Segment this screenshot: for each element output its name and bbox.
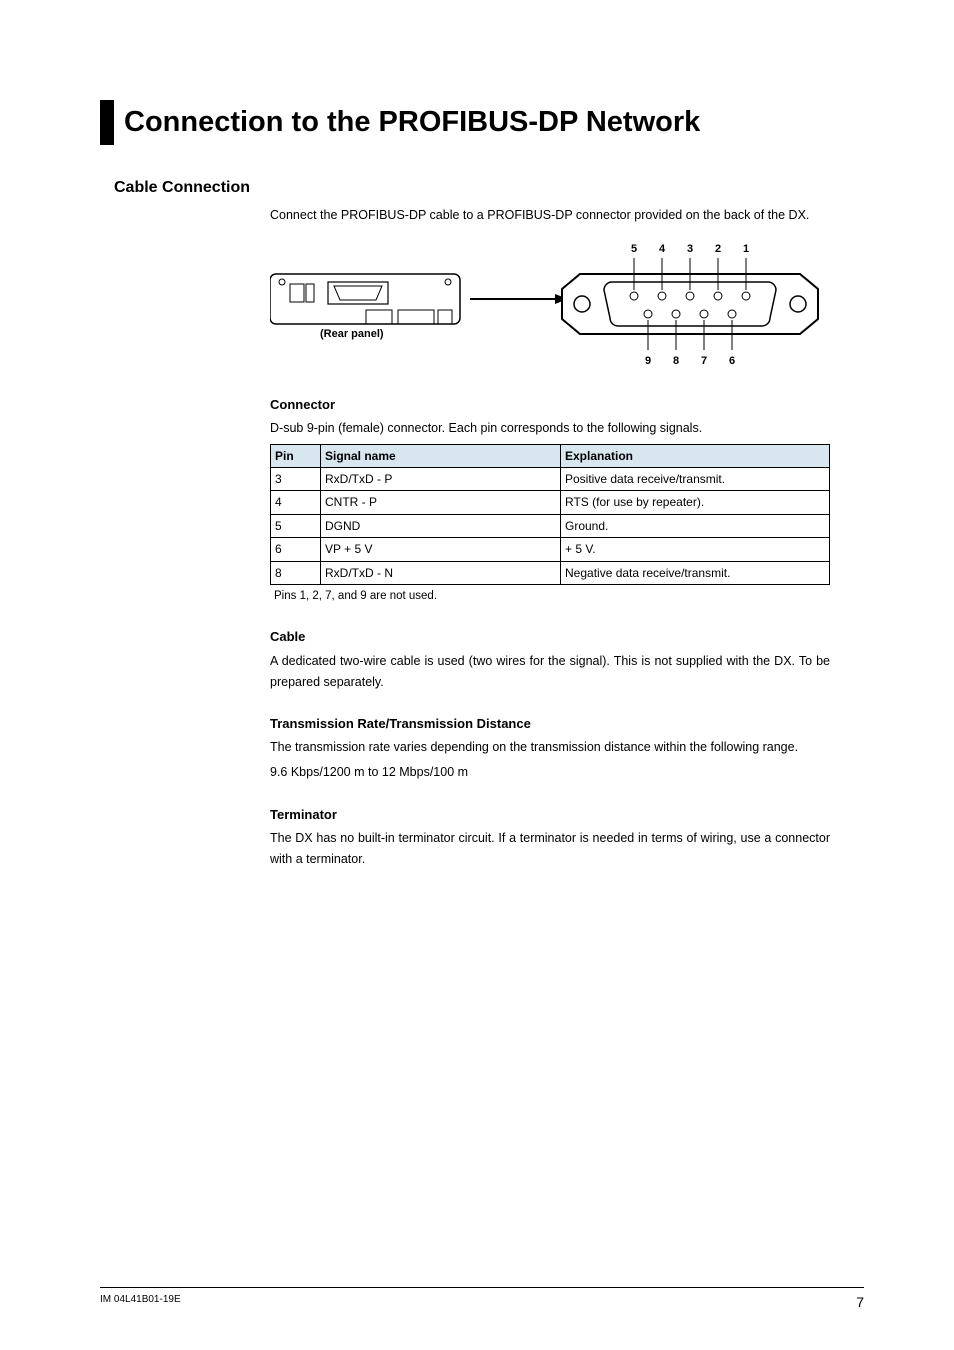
cell-signal: CNTR - P bbox=[321, 491, 561, 514]
pin-label-8: 8 bbox=[673, 355, 679, 367]
cell-expl: Ground. bbox=[561, 514, 830, 537]
intro-block: Connect the PROFIBUS-DP cable to a PROFI… bbox=[270, 205, 830, 226]
connector-block: Connector D-sub 9-pin (female) connector… bbox=[270, 394, 830, 870]
cable-heading: Cable bbox=[270, 626, 830, 648]
terminator-desc: The DX has no built-in terminator circui… bbox=[270, 828, 830, 871]
cell-pin: 8 bbox=[271, 561, 321, 584]
cell-signal: VP + 5 V bbox=[321, 538, 561, 561]
pin-label-9: 9 bbox=[645, 355, 651, 367]
pin-label-5: 5 bbox=[631, 243, 637, 255]
page-footer: IM 04L41B01-19E 7 bbox=[100, 1287, 864, 1310]
pin-label-2: 2 bbox=[715, 243, 721, 255]
title-side-bar bbox=[100, 100, 114, 145]
cell-signal: DGND bbox=[321, 514, 561, 537]
rate-range: 9.6 Kbps/1200 m to 12 Mbps/100 m bbox=[270, 762, 830, 783]
pin-label-1: 1 bbox=[743, 243, 749, 255]
section-heading-cable-connection: Cable Connection bbox=[114, 179, 864, 197]
cell-pin: 6 bbox=[271, 538, 321, 561]
cell-pin: 3 bbox=[271, 467, 321, 490]
table-note: Pins 1, 2, 7, and 9 are not used. bbox=[274, 587, 830, 607]
cell-expl: Positive data receive/transmit. bbox=[561, 467, 830, 490]
rear-panel-label: (Rear panel) bbox=[320, 328, 384, 340]
pin-label-7: 7 bbox=[701, 355, 707, 367]
cell-signal: RxD/TxD - P bbox=[321, 467, 561, 490]
th-pin: Pin bbox=[271, 444, 321, 467]
connector-desc: D-sub 9-pin (female) connector. Each pin… bbox=[270, 418, 830, 439]
cable-desc: A dedicated two-wire cable is used (two … bbox=[270, 651, 830, 694]
page-title-row: Connection to the PROFIBUS-DP Network bbox=[100, 100, 864, 145]
rate-desc: The transmission rate varies depending o… bbox=[270, 737, 830, 758]
table-row: 8 RxD/TxD - N Negative data receive/tran… bbox=[271, 561, 830, 584]
cell-signal: RxD/TxD - N bbox=[321, 561, 561, 584]
intro-text: Connect the PROFIBUS-DP cable to a PROFI… bbox=[270, 205, 830, 226]
th-signal: Signal name bbox=[321, 444, 561, 467]
pin-label-6: 6 bbox=[729, 355, 735, 367]
table-row: 6 VP + 5 V + 5 V. bbox=[271, 538, 830, 561]
cell-expl: Negative data receive/transmit. bbox=[561, 561, 830, 584]
cell-expl: RTS (for use by repeater). bbox=[561, 491, 830, 514]
th-expl: Explanation bbox=[561, 444, 830, 467]
page-title: Connection to the PROFIBUS-DP Network bbox=[124, 100, 700, 145]
cell-pin: 5 bbox=[271, 514, 321, 537]
table-row: 5 DGND Ground. bbox=[271, 514, 830, 537]
table-row: 4 CNTR - P RTS (for use by repeater). bbox=[271, 491, 830, 514]
connector-diagram: 5 4 3 2 1 9 8 7 6 (Rear panel) bbox=[270, 234, 830, 374]
pin-label-3: 3 bbox=[687, 243, 693, 255]
cell-pin: 4 bbox=[271, 491, 321, 514]
connector-svg: 5 4 3 2 1 9 8 7 6 bbox=[270, 234, 830, 374]
connector-heading: Connector bbox=[270, 394, 830, 416]
rate-heading: Transmission Rate/Transmission Distance bbox=[270, 713, 830, 735]
footer-doc-id: IM 04L41B01-19E bbox=[100, 1294, 181, 1310]
table-row: 3 RxD/TxD - P Positive data receive/tran… bbox=[271, 467, 830, 490]
pin-label-4: 4 bbox=[659, 243, 666, 255]
terminator-heading: Terminator bbox=[270, 804, 830, 826]
pin-table: Pin Signal name Explanation 3 RxD/TxD - … bbox=[270, 444, 830, 585]
footer-page-number: 7 bbox=[856, 1294, 864, 1310]
table-header-row: Pin Signal name Explanation bbox=[271, 444, 830, 467]
cell-expl: + 5 V. bbox=[561, 538, 830, 561]
